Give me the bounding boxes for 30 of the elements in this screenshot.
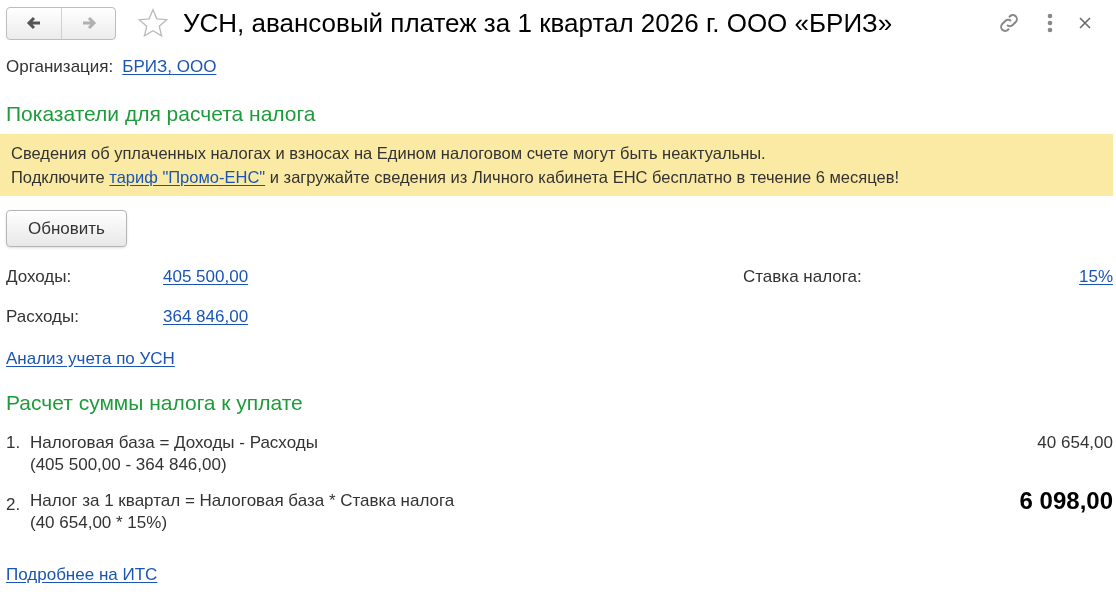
section-heading: Показатели для расчета налога (6, 100, 317, 127)
window-title: УСН, авансовый платеж за 1 квартал 2026 г. ООО «БРИЗ» (183, 6, 893, 40)
section-heading: Расчет суммы налога к уплате (6, 389, 304, 416)
formula-text: Налоговая база = Доходы - Расходы (30, 432, 318, 454)
step-result: 6 098,00 (1019, 490, 1113, 516)
indicator-label: Доходы: (6, 266, 73, 288)
indicator-value-link[interactable]: 364 846,00 (163, 306, 249, 328)
rate-link[interactable]: 15% (1078, 266, 1113, 288)
analysis-link[interactable]: Анализ учета по УСН (6, 346, 175, 372)
step-number: 1. (6, 432, 22, 454)
favorite-star-icon[interactable] (136, 7, 170, 39)
link-icon[interactable] (997, 11, 1021, 35)
close-icon[interactable] (1079, 17, 1091, 29)
step-result: 40 654,00 (1037, 432, 1113, 454)
refresh-button[interactable]: Обновить (6, 210, 127, 247)
notice-text: Сведения об уплаченных налогах и взносах на Едином налоговом счете могут быть неактуальны. (11, 143, 767, 164)
organization-label: Организация: (6, 56, 114, 78)
indicator-value-link[interactable]: 405 500,00 (163, 266, 249, 288)
its-link[interactable]: Подробнее на ИТС (6, 562, 158, 588)
formula-detail: (40 654,00 * 15%) (30, 512, 169, 534)
step-number: 2. (6, 494, 22, 516)
rate-label: Ставка налога: (743, 266, 862, 288)
more-menu-icon[interactable] (1047, 13, 1053, 33)
indicator-label: Расходы: (6, 306, 80, 328)
notice-text: Подключите тариф "Промо-ЕНС" и загружайте сведения из Личного кабинета ЕНС бесплатно в течение 6 месяцев! (11, 167, 901, 188)
left-arrow-icon (25, 15, 43, 31)
tariff-link[interactable]: тариф "Промо-ЕНС" (109, 168, 266, 186)
formula-detail: (405 500,00 - 364 846,00) (30, 454, 228, 476)
formula-text: Налог за 1 квартал = Налоговая база * Ставка налога (30, 490, 455, 512)
organization-link[interactable]: БРИЗ, ООО (122, 54, 217, 80)
